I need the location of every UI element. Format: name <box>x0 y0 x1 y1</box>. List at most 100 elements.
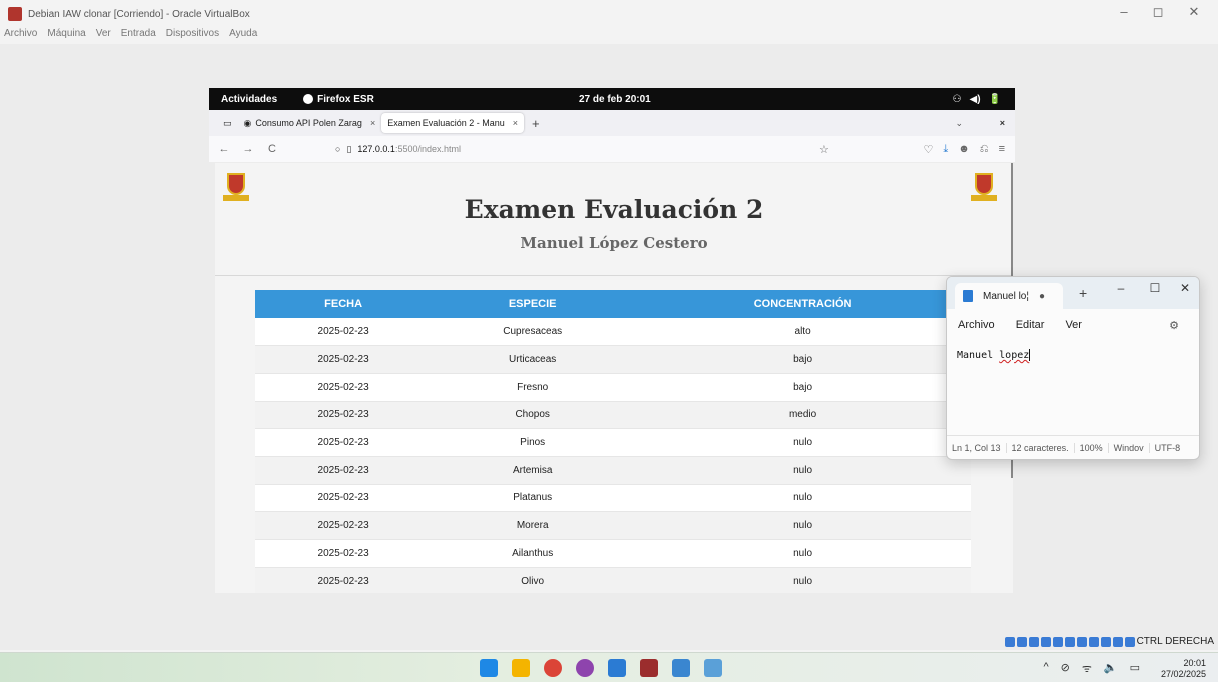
menu-ver[interactable]: Ver <box>96 28 111 42</box>
menu-ayuda[interactable]: Ayuda <box>229 28 257 42</box>
gnome-top-bar: Actividades Firefox ESR 27 de feb 20:01 … <box>209 88 1015 110</box>
cell-concentracion: alto <box>634 318 971 347</box>
cell-concentracion: medio <box>634 401 971 430</box>
vscode-icon[interactable] <box>608 659 626 677</box>
display-icon[interactable] <box>1076 636 1087 647</box>
network-adapter-icon[interactable] <box>1040 636 1051 647</box>
virtualbox-icon <box>8 7 22 21</box>
wifi-icon[interactable]: ᯤ <box>1082 661 1092 676</box>
chrome-icon[interactable] <box>544 659 562 677</box>
snipping-tool-icon[interactable] <box>704 659 722 677</box>
file-explorer-icon[interactable] <box>512 659 530 677</box>
windows-start-icon[interactable] <box>480 659 498 677</box>
notepad-close-button[interactable]: ✕ <box>1173 281 1197 295</box>
notepad-icon[interactable] <box>672 659 690 677</box>
close-tab-icon[interactable]: × <box>513 118 518 128</box>
cpu-icon[interactable] <box>1100 636 1111 647</box>
browser-icon[interactable] <box>576 659 594 677</box>
speaker-icon[interactable]: 🔈 <box>1104 661 1118 676</box>
notepad-minimize-button[interactable]: – <box>1109 281 1133 295</box>
unsaved-dot-icon[interactable]: ● <box>1039 291 1045 302</box>
tab-polen[interactable]: ◉ Consumo API Polen Zarag × <box>238 113 382 133</box>
cell-concentracion: nulo <box>634 539 971 568</box>
shared-folder-icon[interactable] <box>1064 636 1075 647</box>
cell-especie: Urticaceas <box>431 345 635 374</box>
minimize-button[interactable]: – <box>1110 4 1138 19</box>
close-button[interactable]: ✕ <box>1180 4 1208 20</box>
browser-toolbar: ♡ ⤓ ☻ ⎌ ≡ <box>923 143 1005 156</box>
recording-icon[interactable] <box>1088 636 1099 647</box>
encoding[interactable]: UTF-8 <box>1150 443 1186 453</box>
optical-icon[interactable] <box>1016 636 1027 647</box>
tab-overview-icon: ▭ <box>223 117 232 128</box>
pollen-table-container: FECHA ESPECIE CONCENTRACIÓN 2025-02-23 Cu… <box>255 290 971 593</box>
list-tabs-button[interactable]: ⌄ <box>955 118 963 129</box>
menu-icon[interactable]: ≡ <box>999 143 1005 156</box>
forward-button[interactable]: → <box>239 143 257 155</box>
table-row: 2025-02-23 Urticaceas bajo <box>255 345 971 374</box>
close-tab-icon[interactable]: × <box>370 118 375 128</box>
notepad-menu-editar[interactable]: Editar <box>1016 319 1045 331</box>
page-icon: ▯ <box>346 143 352 154</box>
bookmark-star-icon[interactable]: ☆ <box>819 143 829 156</box>
tab-label: Examen Evaluación 2 - Manu <box>387 118 505 128</box>
table-row: 2025-02-23 Chopos medio <box>255 401 971 430</box>
cell-fecha: 2025-02-23 <box>255 456 432 485</box>
new-tab-button[interactable]: + <box>532 116 540 131</box>
hdd-icon[interactable] <box>1004 636 1015 647</box>
table-row: 2025-02-23 Pinos nulo <box>255 428 971 457</box>
reload-button[interactable]: C <box>263 143 281 155</box>
table-row: 2025-02-23 Ailanthus nulo <box>255 539 971 568</box>
browser-nav-bar: ← → C ○ ▯ 127.0.0.1:5500/index.html ☆ ♡ … <box>209 136 1015 162</box>
taskbar-apps <box>480 659 722 677</box>
page-title: Examen Evaluación 2 <box>464 195 764 224</box>
cell-especie: Cupresaceas <box>431 318 635 347</box>
url-bar[interactable]: ○ ▯ 127.0.0.1:5500/index.html <box>335 139 835 159</box>
notepad-text-area[interactable]: Manuel lopez <box>957 349 1031 361</box>
cell-especie: Platanus <box>431 484 635 513</box>
notepad-tab[interactable]: Manuel lo¦ ● <box>955 283 1063 309</box>
tab-examen[interactable]: Examen Evaluación 2 - Manu × <box>381 113 525 133</box>
header-concentracion: CONCENTRACIÓN <box>634 290 971 318</box>
notepad-menu-archivo[interactable]: Archivo <box>958 319 995 331</box>
virtualbox-icon[interactable] <box>640 659 658 677</box>
pocket-icon[interactable]: ♡ <box>923 143 933 156</box>
tab-overview[interactable]: ▭ <box>217 113 238 133</box>
account-icon[interactable]: ☻ <box>958 143 970 156</box>
menu-maquina[interactable]: Máquina <box>47 28 85 42</box>
restore-button[interactable]: ◻ <box>1144 4 1172 20</box>
zoom-level[interactable]: 100% <box>1075 442 1109 453</box>
cell-concentracion: nulo <box>634 511 971 540</box>
audio-icon[interactable] <box>1028 636 1039 647</box>
mouse-integration-icon[interactable] <box>1112 636 1123 647</box>
notepad-maximize-button[interactable]: ☐ <box>1143 281 1167 295</box>
usb-icon[interactable] <box>1052 636 1063 647</box>
download-icon[interactable]: ⤓ <box>943 143 948 156</box>
extensions-icon[interactable]: ⎌ <box>980 143 989 156</box>
notepad-menu-ver[interactable]: Ver <box>1065 319 1082 331</box>
cell-concentracion: bajo <box>634 345 971 374</box>
cell-concentracion: nulo <box>634 484 971 513</box>
activities-button[interactable]: Actividades <box>221 94 277 105</box>
notepad-new-tab-button[interactable]: + <box>1079 285 1087 301</box>
gnome-clock[interactable]: 27 de feb 20:01 <box>579 94 651 105</box>
cell-fecha: 2025-02-23 <box>255 345 432 374</box>
table-row: 2025-02-23 Artemisa nulo <box>255 456 971 485</box>
close-window-button[interactable]: × <box>1000 118 1005 128</box>
menu-archivo[interactable]: Archivo <box>4 28 37 42</box>
system-tray[interactable]: ⚇ ◀) 🔋 <box>953 94 1001 105</box>
settings-gear-icon[interactable]: ⚙ <box>1169 319 1179 332</box>
menu-dispositivos[interactable]: Dispositivos <box>166 28 219 42</box>
tray-chevron-icon[interactable]: ^ <box>1043 661 1048 676</box>
cell-concentracion: bajo <box>634 373 971 402</box>
line-ending[interactable]: Windov <box>1109 442 1150 453</box>
app-menu[interactable]: Firefox ESR <box>303 94 374 105</box>
keyboard-icon[interactable] <box>1124 636 1135 647</box>
tray-blocked-icon[interactable]: ⊘ <box>1061 661 1070 676</box>
battery-icon[interactable]: ▭ <box>1130 661 1140 676</box>
back-button[interactable]: ← <box>215 143 233 155</box>
header-especie: ESPECIE <box>431 290 635 318</box>
cell-fecha: 2025-02-23 <box>255 428 432 457</box>
taskbar-clock[interactable]: 20:01 27/02/2025 <box>1161 658 1206 680</box>
menu-entrada[interactable]: Entrada <box>121 28 156 42</box>
